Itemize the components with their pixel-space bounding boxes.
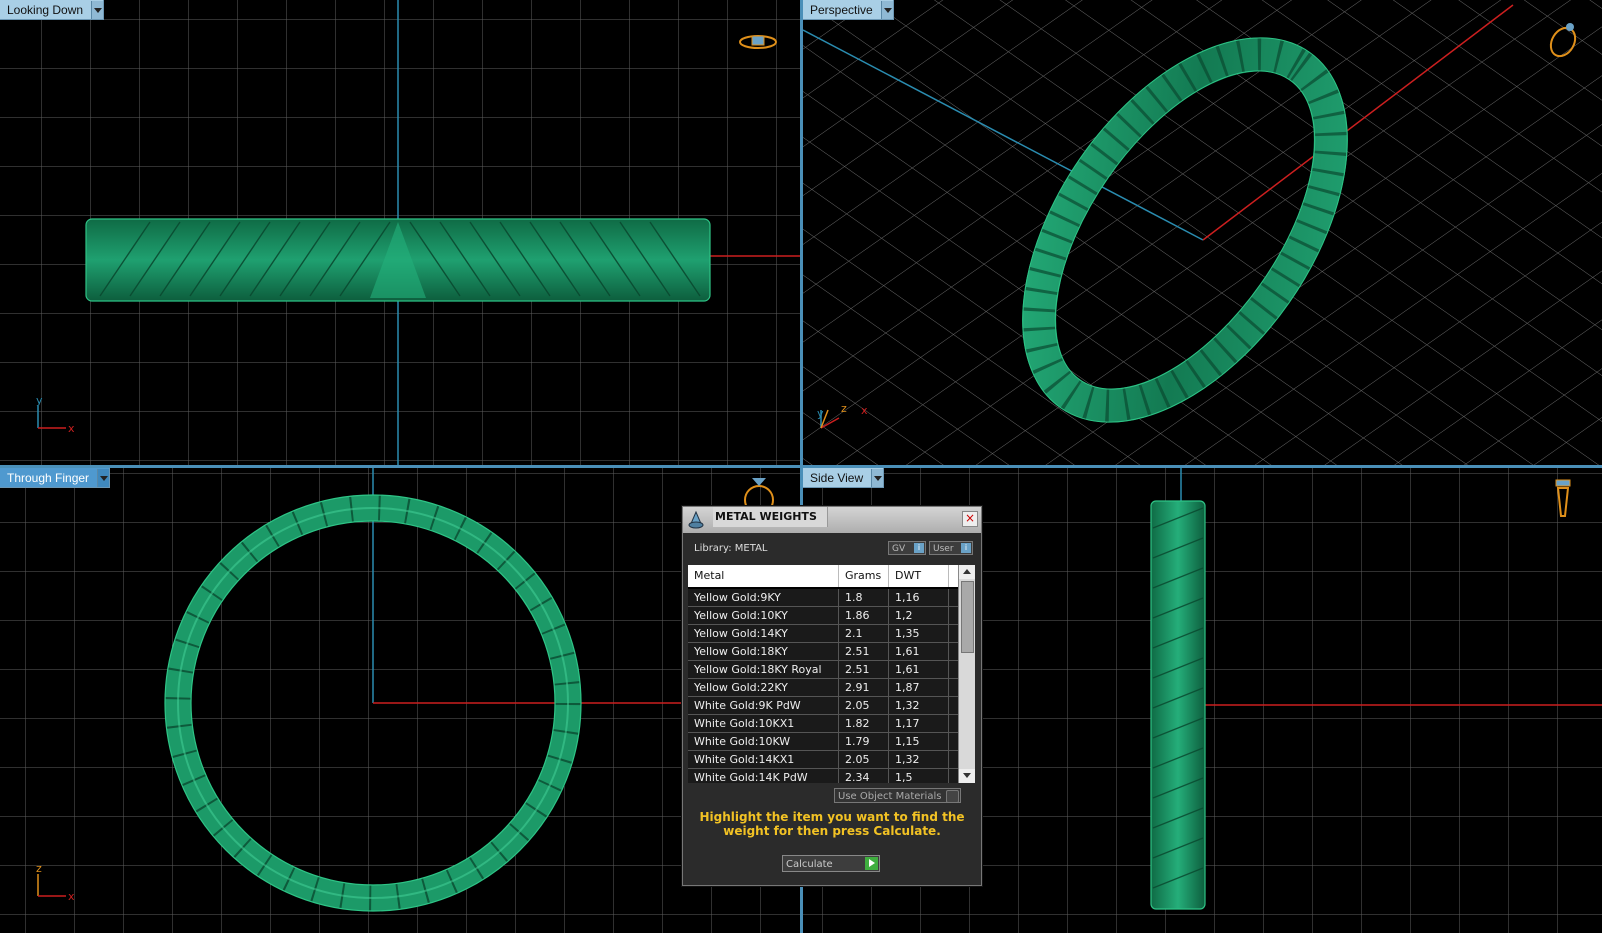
calculate-button[interactable]: Calculate <box>782 855 880 872</box>
grams-cell: 1.8 <box>839 589 889 606</box>
metal-cell: Yellow Gold:10KY <box>688 607 839 624</box>
dwt-cell: 1,16 <box>889 589 949 606</box>
viewport-label-perspective[interactable]: Perspective <box>803 0 894 20</box>
axis-y-letter: y <box>36 394 43 407</box>
use-object-materials-toggle[interactable]: Use Object Materials <box>834 788 961 803</box>
grams-cell: 2.05 <box>839 751 889 768</box>
dwt-cell: 1,2 <box>889 607 949 624</box>
table-row[interactable]: Yellow Gold:18KY Royal 2.51 1,61 <box>688 661 958 679</box>
chevron-down-icon[interactable] <box>97 468 110 487</box>
column-header-grams[interactable]: Grams <box>839 565 889 587</box>
column-header-metal[interactable]: Metal <box>688 565 839 587</box>
chevron-down-icon[interactable] <box>91 0 104 19</box>
table-row[interactable]: Yellow Gold:18KY 2.51 1,61 <box>688 643 958 661</box>
table-body: Yellow Gold:9KY 1.8 1,16 Yellow Gold:10KY 1… <box>688 589 958 783</box>
grams-cell: 2.91 <box>839 679 889 696</box>
table-row[interactable]: Yellow Gold:14KY 2.1 1,35 <box>688 625 958 643</box>
dialog-titlebar[interactable]: METAL WEIGHTS × <box>683 507 981 533</box>
metal-cell: White Gold:10KX1 <box>688 715 839 732</box>
scroll-up-icon[interactable] <box>959 565 975 579</box>
close-icon[interactable]: × <box>962 511 978 527</box>
metal-cell: Yellow Gold:22KY <box>688 679 839 696</box>
dwt-cell: 1,15 <box>889 733 949 750</box>
viewport-perspective[interactable]: y z x Perspective <box>803 0 1602 465</box>
instruction-text: Highlight the item you want to find the … <box>699 810 965 838</box>
table-row[interactable]: Yellow Gold:22KY 2.91 1,87 <box>688 679 958 697</box>
grams-cell: 2.05 <box>839 697 889 714</box>
perspective-scene: y z x <box>803 0 1602 465</box>
metal-cell: White Gold:9K PdW <box>688 697 839 714</box>
chevron-down-icon[interactable] <box>880 0 893 19</box>
radio-icon[interactable] <box>946 790 959 803</box>
looking-down-scene: y x <box>0 0 800 465</box>
metal-cell: Yellow Gold:9KY <box>688 589 839 606</box>
user-toggle-label: User <box>933 544 954 554</box>
table-row[interactable]: White Gold:14KX1 2.05 1,32 <box>688 751 958 769</box>
scrollbar-thumb[interactable] <box>961 581 974 653</box>
dwt-cell: 1,17 <box>889 715 949 732</box>
dwt-cell: 1,87 <box>889 679 949 696</box>
axis-x-letter: x <box>68 422 75 435</box>
gv-toggle[interactable]: GV i <box>888 541 926 555</box>
table-row[interactable]: Yellow Gold:10KY 1.86 1,2 <box>688 607 958 625</box>
dwt-cell: 1,61 <box>889 661 949 678</box>
table-row[interactable]: Yellow Gold:9KY 1.8 1,16 <box>688 589 958 607</box>
toggle-indicator-icon: i <box>961 543 971 553</box>
through-finger-scene: z x <box>0 468 800 933</box>
metal-weights-icon <box>688 510 704 529</box>
viewport-label-text: Side View <box>810 470 864 485</box>
metal-cell: White Gold:14KX1 <box>688 751 839 768</box>
chevron-down-icon[interactable] <box>871 468 884 487</box>
axis-z-letter: z <box>36 862 42 875</box>
viewport-label-looking-down[interactable]: Looking Down <box>0 0 105 20</box>
grams-cell: 1.86 <box>839 607 889 624</box>
axis-z-letter: z <box>841 402 847 415</box>
grams-cell: 2.51 <box>839 661 889 678</box>
use-object-materials-label: Use Object Materials <box>838 791 942 802</box>
grams-cell: 2.1 <box>839 625 889 642</box>
metal-weights-dialog[interactable]: METAL WEIGHTS × Library: METAL GV i User… <box>682 506 982 886</box>
grams-cell: 2.51 <box>839 643 889 660</box>
grams-cell: 1.79 <box>839 733 889 750</box>
calculate-label: Calculate <box>786 859 833 870</box>
viewport-label-text: Looking Down <box>7 2 84 17</box>
viewport-splitter-horizontal[interactable] <box>0 465 1602 468</box>
table-row[interactable]: White Gold:10KW 1.79 1,15 <box>688 733 958 751</box>
axis-x-letter: x <box>68 890 75 903</box>
scroll-down-icon[interactable] <box>959 769 975 783</box>
table-row[interactable]: White Gold:9K PdW 2.05 1,32 <box>688 697 958 715</box>
play-icon[interactable] <box>865 857 878 870</box>
dwt-cell: 1,32 <box>889 751 949 768</box>
metal-cell: Yellow Gold:18KY Royal <box>688 661 839 678</box>
user-toggle[interactable]: User i <box>929 541 973 555</box>
viewport-label-through-finger[interactable]: Through Finger <box>0 468 111 488</box>
table-row[interactable]: White Gold:14K PdW 2.34 1,5 <box>688 769 958 783</box>
table-row[interactable]: White Gold:10KX1 1.82 1,17 <box>688 715 958 733</box>
metal-cell: White Gold:10KW <box>688 733 839 750</box>
axis-y-letter: y <box>817 407 824 420</box>
axis-x-letter: x <box>861 404 868 417</box>
toggle-indicator-icon: i <box>914 543 924 553</box>
gv-toggle-label: GV <box>892 544 906 554</box>
table-header: Metal Grams DWT <box>688 565 958 587</box>
metal-cell: Yellow Gold:18KY <box>688 643 839 660</box>
viewport-through-finger[interactable]: z x Through Finger <box>0 468 800 933</box>
dwt-cell: 1,35 <box>889 625 949 642</box>
dwt-cell: 1,5 <box>889 769 949 783</box>
metal-cell: Yellow Gold:14KY <box>688 625 839 642</box>
column-header-dwt[interactable]: DWT <box>889 565 949 587</box>
dwt-cell: 1,61 <box>889 643 949 660</box>
grams-cell: 1.82 <box>839 715 889 732</box>
library-label: Library: METAL <box>694 543 768 554</box>
viewport-label-text: Perspective <box>810 2 873 17</box>
grams-cell: 2.34 <box>839 769 889 783</box>
metal-weights-table[interactable]: Metal Grams DWT Yellow Gold:9KY 1.8 1,16 Y… <box>688 565 975 783</box>
viewport-label-text: Through Finger <box>7 470 90 485</box>
viewport-label-side-view[interactable]: Side View <box>803 468 885 488</box>
dialog-title: METAL WEIGHTS <box>713 507 828 527</box>
metal-cell: White Gold:14K PdW <box>688 769 839 783</box>
viewport-looking-down[interactable]: y x Looking Down <box>0 0 800 465</box>
table-scrollbar[interactable] <box>958 565 975 783</box>
dwt-cell: 1,32 <box>889 697 949 714</box>
